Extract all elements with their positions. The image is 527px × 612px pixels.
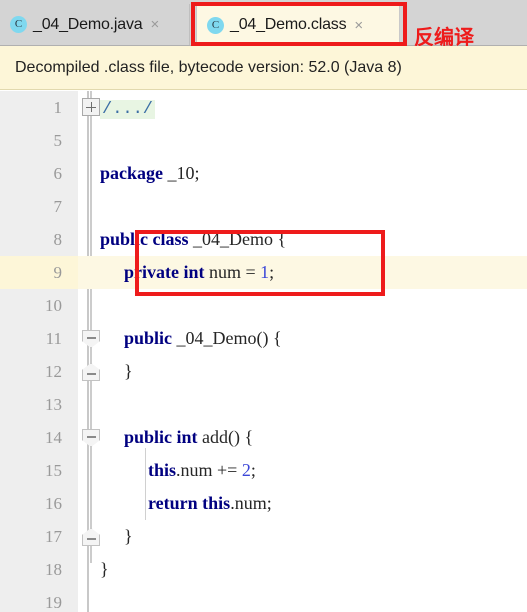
line-number: 13	[45, 395, 62, 414]
code-line-13[interactable]: 13	[0, 388, 527, 421]
code-line-9[interactable]: 9 private int num = 1;	[0, 256, 527, 289]
line-number: 10	[45, 296, 62, 315]
tab-04-demo-class[interactable]: C _04_Demo.class ×	[196, 4, 400, 45]
close-icon[interactable]: ×	[354, 18, 363, 33]
line-number: 9	[53, 263, 63, 282]
code-line-10[interactable]: 10	[0, 289, 527, 322]
decompiled-notification-banner: Decompiled .class file, bytecode version…	[0, 46, 527, 90]
indent-guide	[145, 448, 146, 520]
line-number: 1	[53, 98, 63, 117]
code-text: private int num = 1;	[124, 262, 275, 282]
line-number: 5	[53, 131, 63, 150]
code-line-7[interactable]: 7	[0, 190, 527, 223]
code-text: public _04_Demo() {	[124, 328, 282, 348]
code-line-5[interactable]: 5	[0, 124, 527, 157]
line-number: 18	[45, 560, 62, 579]
code-line-14[interactable]: 14 public int add() {	[0, 421, 527, 454]
decompiled-banner-text: Decompiled .class file, bytecode version…	[15, 58, 402, 76]
line-number: 8	[53, 230, 63, 249]
code-text: }	[124, 361, 133, 381]
code-editor[interactable]: 1 /.../ 5 6 package _10; 7 8 public class _04_D…	[0, 91, 527, 612]
code-line-6[interactable]: 6 package _10;	[0, 157, 527, 190]
code-line-18[interactable]: 18}	[0, 553, 527, 586]
code-text: }	[124, 526, 133, 546]
java-class-icon: C	[10, 16, 27, 33]
code-text: package _10;	[100, 163, 200, 183]
code-text: /.../	[100, 91, 156, 126]
code-line-19[interactable]: 19	[0, 586, 527, 612]
close-icon[interactable]: ×	[150, 17, 159, 32]
line-number: 11	[45, 329, 62, 348]
code-text: this.num += 2;	[148, 460, 256, 480]
code-line-17[interactable]: 17}	[0, 520, 527, 553]
folded-comment-placeholder[interactable]: /.../	[100, 100, 156, 119]
code-text: public int add() {	[124, 427, 254, 447]
line-number: 17	[45, 527, 62, 546]
line-number: 7	[53, 197, 63, 216]
code-line-1[interactable]: 1 /.../	[0, 91, 527, 124]
code-line-12[interactable]: 12}	[0, 355, 527, 388]
line-number: 16	[45, 494, 62, 513]
line-number: 15	[45, 461, 62, 480]
code-line-8[interactable]: 8 public class _04_Demo {	[0, 223, 527, 256]
tab-04-demo-java[interactable]: C _04_Demo.java ×	[0, 4, 190, 45]
fold-expand-icon[interactable]	[82, 98, 100, 116]
tab-label: _04_Demo.class	[230, 16, 347, 33]
line-number: 12	[45, 362, 62, 381]
line-number: 19	[45, 593, 62, 612]
line-number: 14	[45, 428, 62, 447]
tab-label: _04_Demo.java	[33, 15, 143, 33]
code-text: }	[100, 559, 109, 579]
code-text: return this.num;	[148, 493, 272, 513]
code-line-16[interactable]: 16 return this.num;	[0, 487, 527, 520]
code-line-15[interactable]: 15 this.num += 2;	[0, 454, 527, 487]
code-text: public class _04_Demo {	[100, 229, 287, 249]
java-class-icon: C	[207, 16, 224, 34]
line-number: 6	[53, 164, 63, 183]
code-line-11[interactable]: 11 public _04_Demo() {	[0, 322, 527, 355]
decompile-annotation-label: 反编译	[414, 25, 474, 49]
